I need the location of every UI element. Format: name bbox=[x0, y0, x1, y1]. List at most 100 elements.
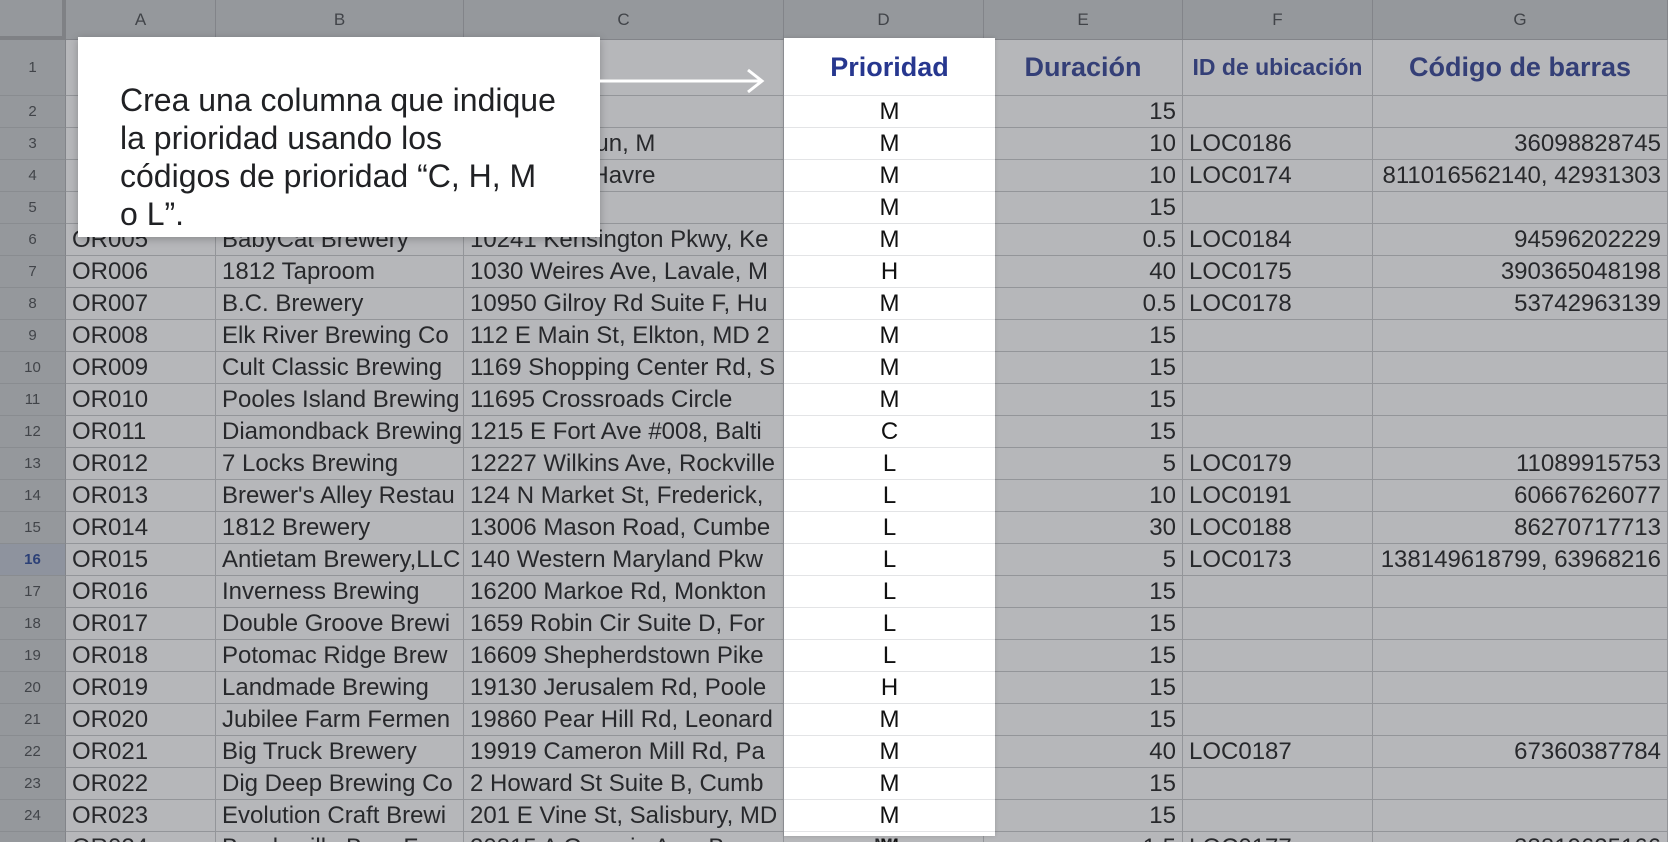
cell-f3[interactable]: LOC0186 bbox=[1183, 128, 1373, 160]
column-header-g[interactable]: G bbox=[1373, 0, 1668, 40]
cell-e2[interactable]: 15 bbox=[984, 96, 1183, 128]
cell-a16[interactable]: OR015 bbox=[66, 544, 216, 576]
cell-b15[interactable]: 1812 Brewery bbox=[216, 512, 464, 544]
cell-e9[interactable]: 15 bbox=[984, 320, 1183, 352]
row-header-5[interactable]: 5 bbox=[0, 192, 66, 224]
cell-c11[interactable]: 11695 Crossroads Circle bbox=[464, 384, 784, 416]
cell-e12[interactable]: 15 bbox=[984, 416, 1183, 448]
cell-c23[interactable]: 2 Howard St Suite B, Cumb bbox=[464, 768, 784, 800]
cell-g12[interactable] bbox=[1373, 416, 1668, 448]
cell-e1[interactable]: Duración bbox=[984, 40, 1183, 96]
cell-g20[interactable] bbox=[1373, 672, 1668, 704]
cell-a20[interactable]: OR019 bbox=[66, 672, 216, 704]
cell-g10[interactable] bbox=[1373, 352, 1668, 384]
cell-b13[interactable]: 7 Locks Brewing bbox=[216, 448, 464, 480]
cell-g17[interactable] bbox=[1373, 576, 1668, 608]
row-header-23[interactable]: 23 bbox=[0, 768, 66, 800]
cell-a13[interactable]: OR012 bbox=[66, 448, 216, 480]
cell-f4[interactable]: LOC0174 bbox=[1183, 160, 1373, 192]
cell-g7[interactable]: 390365048198 bbox=[1373, 256, 1668, 288]
cell-f15[interactable]: LOC0188 bbox=[1183, 512, 1373, 544]
cell-g22[interactable]: 67360387784 bbox=[1373, 736, 1668, 768]
cell-b23[interactable]: Dig Deep Brewing Co bbox=[216, 768, 464, 800]
priority-cell-25[interactable]: M bbox=[784, 832, 995, 842]
row-header-14[interactable]: 14 bbox=[0, 480, 66, 512]
priority-cell-23[interactable]: M bbox=[784, 768, 995, 800]
row-header-3[interactable]: 3 bbox=[0, 128, 66, 160]
cell-g24[interactable] bbox=[1373, 800, 1668, 832]
cell-e24[interactable]: 15 bbox=[984, 800, 1183, 832]
cell-e15[interactable]: 30 bbox=[984, 512, 1183, 544]
cell-a22[interactable]: OR021 bbox=[66, 736, 216, 768]
priority-cell-21[interactable]: M bbox=[784, 704, 995, 736]
cell-c25[interactable]: 20315 A Georgia Ave, Broo bbox=[464, 832, 784, 842]
cell-f22[interactable]: LOC0187 bbox=[1183, 736, 1373, 768]
column-header-d[interactable]: D bbox=[784, 0, 984, 40]
row-header-17[interactable]: 17 bbox=[0, 576, 66, 608]
row-header-10[interactable]: 10 bbox=[0, 352, 66, 384]
priority-cell-11[interactable]: M bbox=[784, 384, 995, 416]
cell-b8[interactable]: B.C. Brewery bbox=[216, 288, 464, 320]
cell-e20[interactable]: 15 bbox=[984, 672, 1183, 704]
cell-e7[interactable]: 40 bbox=[984, 256, 1183, 288]
row-header-4[interactable]: 4 bbox=[0, 160, 66, 192]
priority-cell-17[interactable]: L bbox=[784, 576, 995, 608]
cell-e21[interactable]: 15 bbox=[984, 704, 1183, 736]
column-header-f[interactable]: F bbox=[1183, 0, 1373, 40]
cell-c21[interactable]: 19860 Pear Hill Rd, Leonard bbox=[464, 704, 784, 736]
cell-f11[interactable] bbox=[1183, 384, 1373, 416]
row-header-8[interactable]: 8 bbox=[0, 288, 66, 320]
cell-b24[interactable]: Evolution Craft Brewi bbox=[216, 800, 464, 832]
cell-c16[interactable]: 140 Western Maryland Pkw bbox=[464, 544, 784, 576]
cell-f17[interactable] bbox=[1183, 576, 1373, 608]
priority-cell-2[interactable]: M bbox=[784, 96, 995, 128]
column-header-e[interactable]: E bbox=[984, 0, 1183, 40]
cell-g1[interactable]: Código de barras bbox=[1373, 40, 1668, 96]
cell-g3[interactable]: 36098828745 bbox=[1373, 128, 1668, 160]
row-header-18[interactable]: 18 bbox=[0, 608, 66, 640]
cell-g14[interactable]: 60667626077 bbox=[1373, 480, 1668, 512]
cell-f20[interactable] bbox=[1183, 672, 1373, 704]
cell-g8[interactable]: 53742963139 bbox=[1373, 288, 1668, 320]
cell-a24[interactable]: OR023 bbox=[66, 800, 216, 832]
column-header-b[interactable]: B bbox=[216, 0, 464, 40]
cell-e25[interactable]: 1.5 bbox=[984, 832, 1183, 842]
row-header-21[interactable]: 21 bbox=[0, 704, 66, 736]
column-header-a[interactable]: A bbox=[66, 0, 216, 40]
cell-e3[interactable]: 10 bbox=[984, 128, 1183, 160]
cell-f25[interactable]: LOC0177 bbox=[1183, 832, 1373, 842]
cell-a17[interactable]: OR016 bbox=[66, 576, 216, 608]
cell-c8[interactable]: 10950 Gilroy Rd Suite F, Hu bbox=[464, 288, 784, 320]
cell-c7[interactable]: 1030 Weires Ave, Lavale, M bbox=[464, 256, 784, 288]
cell-a23[interactable]: OR022 bbox=[66, 768, 216, 800]
row-header-15[interactable]: 15 bbox=[0, 512, 66, 544]
cell-b11[interactable]: Pooles Island Brewing bbox=[216, 384, 464, 416]
cell-f9[interactable] bbox=[1183, 320, 1373, 352]
cell-e8[interactable]: 0.5 bbox=[984, 288, 1183, 320]
row-header-2[interactable]: 2 bbox=[0, 96, 66, 128]
priority-cell-5[interactable]: M bbox=[784, 192, 995, 224]
cell-e11[interactable]: 15 bbox=[984, 384, 1183, 416]
cell-f23[interactable] bbox=[1183, 768, 1373, 800]
priority-cell-7[interactable]: H bbox=[784, 256, 995, 288]
cell-a8[interactable]: OR007 bbox=[66, 288, 216, 320]
priority-cell-8[interactable]: M bbox=[784, 288, 995, 320]
cell-e14[interactable]: 10 bbox=[984, 480, 1183, 512]
cell-e17[interactable]: 15 bbox=[984, 576, 1183, 608]
priority-cell-14[interactable]: L bbox=[784, 480, 995, 512]
cell-f2[interactable] bbox=[1183, 96, 1373, 128]
cell-g21[interactable] bbox=[1373, 704, 1668, 736]
cell-c17[interactable]: 16200 Markoe Rd, Monkton bbox=[464, 576, 784, 608]
row-header-1[interactable]: 1 bbox=[0, 40, 66, 96]
cell-b9[interactable]: Elk River Brewing Co bbox=[216, 320, 464, 352]
row-header-22[interactable]: 22 bbox=[0, 736, 66, 768]
cell-f16[interactable]: LOC0173 bbox=[1183, 544, 1373, 576]
row-header-19[interactable]: 19 bbox=[0, 640, 66, 672]
cell-a12[interactable]: OR011 bbox=[66, 416, 216, 448]
cell-b12[interactable]: Diamondback Brewing bbox=[216, 416, 464, 448]
cell-c15[interactable]: 13006 Mason Road, Cumbe bbox=[464, 512, 784, 544]
priority-cell-19[interactable]: L bbox=[784, 640, 995, 672]
priority-cell-4[interactable]: M bbox=[784, 160, 995, 192]
cell-g18[interactable] bbox=[1373, 608, 1668, 640]
cell-b19[interactable]: Potomac Ridge Brew bbox=[216, 640, 464, 672]
